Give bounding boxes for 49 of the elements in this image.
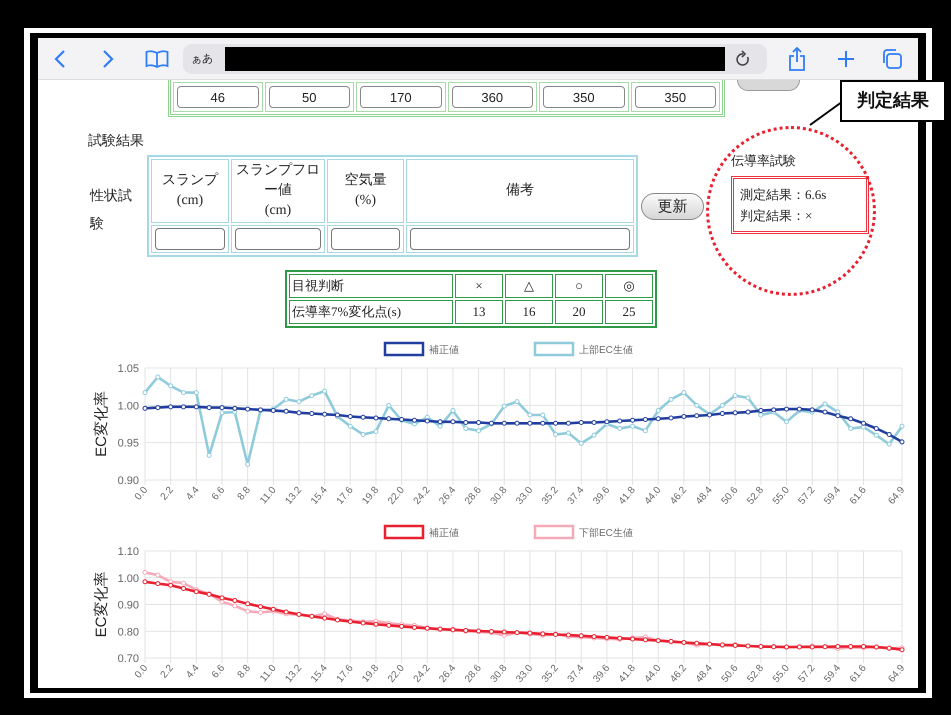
- result-text: 測定結果：6.6s: [740, 186, 828, 204]
- x-tick-label: 0.0: [132, 662, 150, 681]
- callout-label: 判定結果: [840, 80, 946, 122]
- legend-label: 上部EC生値: [579, 345, 633, 356]
- table-cell: 13: [455, 300, 503, 324]
- legend-label: 下部EC生値: [579, 528, 633, 539]
- panel-title: 伝導率試験: [731, 152, 797, 170]
- x-tick-label: 2.2: [158, 484, 176, 503]
- table-cell: ○: [555, 274, 603, 298]
- y-tick-label: 0.90: [118, 475, 139, 487]
- table-cell: 目視判断: [289, 274, 453, 298]
- column-header: スランプ (cm): [151, 159, 229, 223]
- table-cell: △: [505, 274, 553, 298]
- y-axis-title: EC変化率: [93, 391, 110, 457]
- legend-label: 補正値: [429, 345, 459, 356]
- x-tick-label: 6.6: [210, 484, 228, 503]
- table-cell: 20: [555, 300, 603, 324]
- column-header: 空気量 (%): [327, 159, 404, 223]
- x-tick-label: 64.9: [886, 662, 908, 685]
- y-tick-label: 0.90: [118, 600, 139, 612]
- y-tick-label: 1.00: [118, 400, 139, 412]
- section-title: 試験結果: [88, 133, 145, 151]
- x-tick-label: 6.6: [210, 662, 228, 681]
- table-cell: 25: [605, 300, 653, 324]
- x-tick-label: 4.4: [184, 662, 202, 681]
- column-header: スランプフロー値 (cm): [231, 159, 325, 223]
- y-tick-label: 1.10: [118, 546, 139, 558]
- x-tick-label: 0.0: [132, 484, 150, 503]
- result-text: 判定結果：×: [740, 207, 814, 225]
- x-tick-label: 61.6: [848, 662, 869, 685]
- table-cell: ×: [455, 274, 503, 298]
- x-tick-label: 64.9: [886, 484, 908, 507]
- y-tick-label: 1.00: [118, 572, 139, 585]
- x-tick-label: 8.8: [236, 484, 253, 503]
- row-label: 性状試験: [90, 188, 132, 234]
- y-axis-title: EC変化率: [93, 572, 110, 638]
- legend-label: 補正値: [429, 528, 459, 539]
- y-tick-label: 0.80: [118, 626, 139, 638]
- table-cell: ◎: [605, 274, 653, 298]
- y-tick-label: 1.05: [118, 363, 139, 375]
- table-cell: 16: [505, 300, 553, 324]
- column-header: 備考: [406, 159, 634, 223]
- y-tick-label: 0.70: [118, 653, 139, 665]
- x-tick-label: 2.2: [158, 662, 176, 681]
- x-tick-label: 61.6: [848, 484, 869, 507]
- x-tick-label: 8.8: [236, 662, 253, 681]
- y-tick-label: 0.95: [118, 438, 139, 450]
- x-tick-label: 4.4: [184, 484, 202, 503]
- table-cell: 伝導率7%変化点(s): [289, 300, 453, 324]
